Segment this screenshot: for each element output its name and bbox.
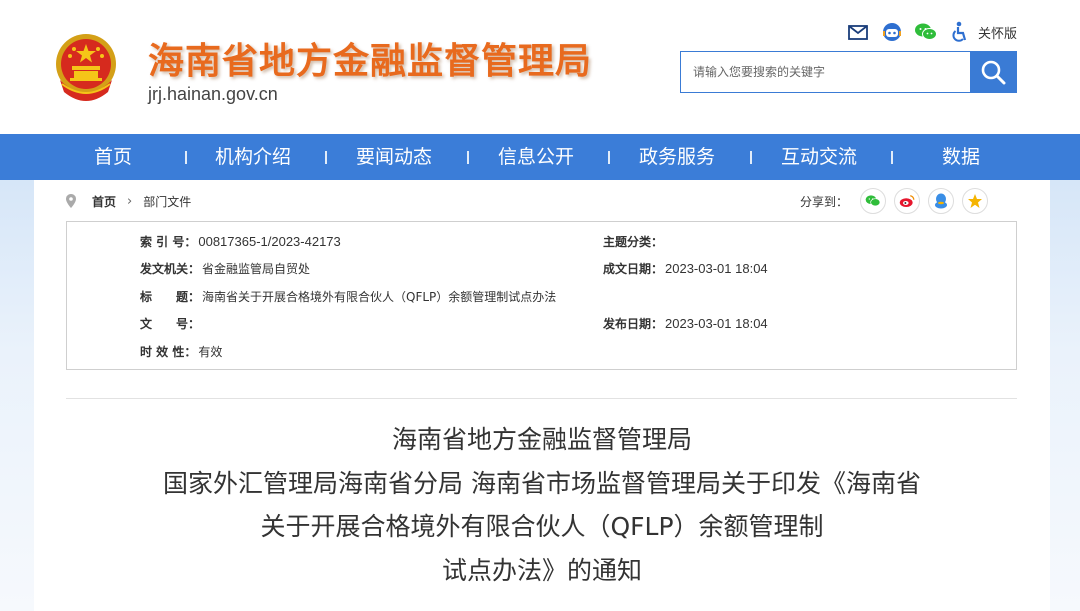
search-icon xyxy=(981,60,1006,85)
nav-separator xyxy=(325,151,327,164)
info-value: 海南省关于开展合格境外有限合伙人（QFLP）余额管理制试点办法 xyxy=(202,289,557,304)
info-value: 00817365-1/2023-42173 xyxy=(198,233,341,249)
info-value: 2023-03-01 18:04 xyxy=(665,315,768,331)
weibo-icon xyxy=(899,195,915,207)
share-bar: 分享到： xyxy=(800,187,989,215)
document-info-table: 索 引 号： 00817365-1/2023-42173 主题分类： 发文机关：… xyxy=(66,221,1017,370)
info-row-created: 成文日期： 2023-03-01 18:04 xyxy=(603,258,768,278)
care-version-link[interactable]: 关怀版 xyxy=(978,23,1017,42)
qq-icon xyxy=(935,193,948,209)
info-row-validity: 时 效 性： 有效 xyxy=(140,341,222,361)
nav-item-services[interactable]: 政务服务 xyxy=(639,134,715,180)
info-row-docno: 文 号： xyxy=(140,313,202,333)
nav-item-data[interactable]: 数据 xyxy=(942,134,980,180)
qzone-star-icon xyxy=(968,194,983,208)
nav-separator xyxy=(467,151,469,164)
breadcrumb-current[interactable]: 部门文件 xyxy=(143,193,191,210)
document-title-line: 试点办法》的通知 xyxy=(441,555,642,585)
search-input[interactable] xyxy=(681,52,970,92)
utility-icons: 关怀版 xyxy=(846,20,1017,44)
location-pin-icon xyxy=(66,194,76,208)
site-header: 海南省地方金融监督管理局 jrj.hainan.gov.cn 关怀版 xyxy=(0,0,1080,134)
document-title: 海南省地方金融监督管理局 国家外汇管理局海南省分局 海南省市场监督管理局关于印发… xyxy=(34,418,1050,592)
info-label: 索 引 号： xyxy=(140,234,197,249)
breadcrumb-home[interactable]: 首页 xyxy=(92,193,116,210)
info-value: 有效 xyxy=(198,344,223,359)
robot-icon[interactable] xyxy=(880,20,904,44)
info-label: 发布日期： xyxy=(603,316,664,331)
share-qq-button[interactable] xyxy=(928,188,955,214)
search-button[interactable] xyxy=(970,52,1016,92)
document-title-line: 关于开展合格境外有限合伙人（QFLP）余额管理制 xyxy=(260,512,824,541)
info-row-topic: 主题分类： xyxy=(603,231,665,251)
info-value: 省金融监管局自贸处 xyxy=(202,261,311,276)
nav-item-home[interactable]: 首页 xyxy=(94,134,132,180)
main-nav: 首页 机构介绍 要闻动态 信息公开 政务服务 互动交流 数据 xyxy=(0,134,1080,180)
search-box xyxy=(680,51,1017,93)
nav-separator xyxy=(891,151,893,164)
share-wechat-button[interactable] xyxy=(860,188,887,214)
nav-separator xyxy=(185,151,187,164)
divider xyxy=(66,398,1017,399)
info-label: 时 效 性： xyxy=(140,344,197,359)
breadcrumb: 首页 › 部门文件 xyxy=(66,191,191,211)
nav-item-about[interactable]: 机构介绍 xyxy=(215,134,291,180)
info-row-title: 标 题： 海南省关于开展合格境外有限合伙人（QFLP）余额管理制试点办法 xyxy=(140,286,556,306)
info-label: 发文机关： xyxy=(140,261,201,276)
info-row-published: 发布日期： 2023-03-01 18:04 xyxy=(603,313,768,333)
share-qzone-button[interactable] xyxy=(962,188,989,214)
accessibility-icon[interactable] xyxy=(948,20,972,44)
nav-item-news[interactable]: 要闻动态 xyxy=(356,134,432,180)
share-label: 分享到： xyxy=(800,194,849,209)
site-title[interactable]: 海南省地方金融监督管理局 xyxy=(148,32,592,84)
site-domain: jrj.hainan.gov.cn xyxy=(148,84,278,104)
nav-item-interaction[interactable]: 互动交流 xyxy=(781,134,857,180)
info-label: 标 题： xyxy=(140,289,201,304)
info-label: 主题分类： xyxy=(603,234,664,249)
document-title-line: 海南省地方金融监督管理局 xyxy=(391,425,692,454)
national-emblem-logo[interactable] xyxy=(50,30,122,106)
wechat-icon xyxy=(865,195,881,207)
document-title-line: 国家外汇管理局海南省分局 海南省市场监督管理局关于印发《海南省 xyxy=(163,468,921,498)
info-label: 文 号： xyxy=(140,316,201,331)
info-label: 成文日期： xyxy=(603,261,664,276)
nav-separator xyxy=(608,151,610,164)
nav-separator xyxy=(750,151,752,164)
info-row-issuer: 发文机关： 省金融监管局自贸处 xyxy=(140,258,310,278)
wechat-icon[interactable] xyxy=(914,20,938,44)
info-row-index: 索 引 号： 00817365-1/2023-42173 xyxy=(140,231,341,251)
chevron-right-icon: › xyxy=(127,193,133,209)
info-value: 2023-03-01 18:04 xyxy=(665,260,768,276)
share-weibo-button[interactable] xyxy=(894,188,921,214)
mail-icon[interactable] xyxy=(846,20,870,44)
nav-item-disclosure[interactable]: 信息公开 xyxy=(498,134,574,180)
